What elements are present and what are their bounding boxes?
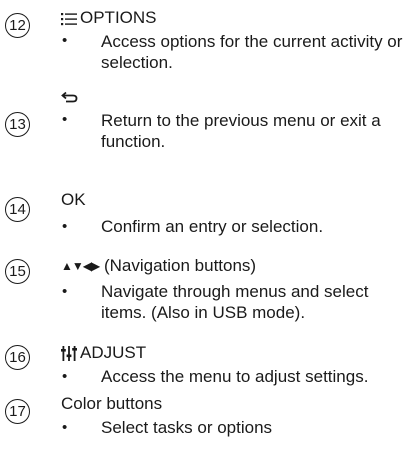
item-description: Return to the previous menu or exit a fu…	[101, 111, 381, 151]
item-heading: OK	[61, 190, 86, 209]
item-number: 12	[5, 13, 30, 38]
heading-text: (Navigation buttons)	[103, 256, 257, 275]
item-number: 13	[5, 112, 30, 137]
adjust-sliders-icon	[61, 346, 77, 362]
item-number: 14	[5, 197, 30, 222]
item-heading: ▲▼◀▶ (Navigation buttons)	[61, 256, 256, 276]
item-description: Access options for the current activity …	[101, 32, 403, 72]
item-number: 15	[5, 259, 30, 284]
bullet: •	[62, 283, 68, 300]
navigation-arrows-icon: ▲▼◀▶	[61, 259, 100, 273]
list-icon	[61, 12, 77, 25]
item-heading	[61, 86, 81, 106]
bullet: •	[62, 368, 68, 385]
item-number: 17	[5, 399, 30, 424]
bullet: •	[62, 32, 68, 49]
item-description: Confirm an entry or selection.	[101, 217, 324, 236]
item-heading: Color buttons	[61, 394, 163, 413]
back-arrow-icon	[61, 91, 78, 102]
item-description: Navigate through menus and select items.…	[101, 282, 369, 322]
item-description: Access the menu to adjust settings.	[101, 367, 369, 386]
heading-text: ADJUST	[80, 343, 147, 362]
item-heading: ADJUST	[61, 343, 146, 363]
item-description: Select tasks or options	[101, 418, 273, 437]
bullet: •	[62, 419, 68, 436]
bullet: •	[62, 111, 68, 128]
heading-text: OPTIONS	[80, 8, 157, 27]
item-number: 16	[5, 345, 30, 370]
item-heading: OPTIONS	[61, 8, 157, 28]
bullet: •	[62, 218, 68, 235]
